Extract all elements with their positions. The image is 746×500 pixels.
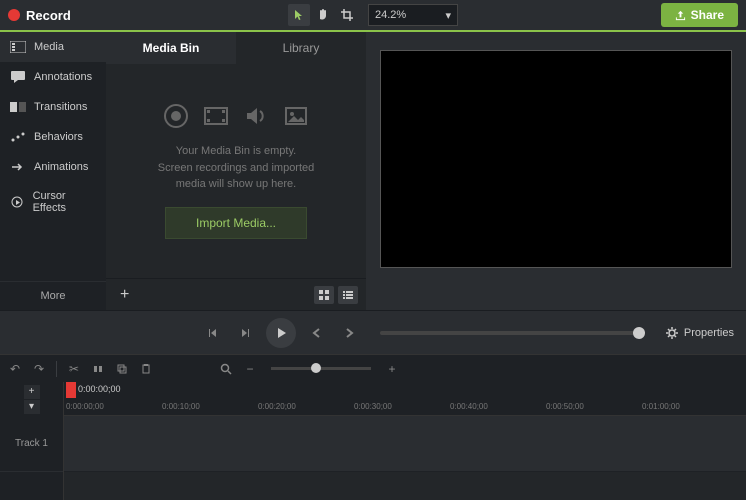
list-view-button[interactable] (338, 286, 358, 304)
playhead[interactable] (66, 382, 76, 398)
zoom-in-button[interactable]: + (383, 360, 401, 378)
gear-icon (665, 326, 679, 340)
next-frame-button[interactable] (234, 322, 256, 344)
play-button[interactable] (266, 318, 296, 348)
import-media-button[interactable]: Import Media... (165, 207, 307, 239)
behaviors-icon (10, 130, 26, 144)
timeline-ruler[interactable]: 0:00:00;00 0:00:00;00 0:00:10;00 0:00:20… (64, 382, 746, 416)
sidebar-item-cursor-effects[interactable]: Cursor Effects (0, 182, 106, 222)
timeline-track-1[interactable] (64, 416, 746, 472)
sidebar-item-media[interactable]: Media (0, 32, 106, 62)
track-header-1[interactable]: Track 1 (0, 416, 63, 472)
annotations-icon (10, 70, 26, 84)
split-button[interactable] (89, 360, 107, 378)
record-icon (8, 9, 20, 21)
cursor-effects-icon (10, 195, 25, 209)
record-button[interactable]: Record (8, 8, 71, 23)
hand-tool[interactable] (312, 4, 334, 26)
timeline: + ▾ Track 1 0:00:00;00 0:00:00;00 0:00:1… (0, 382, 746, 500)
empty-bin-message: Your Media Bin is empty. Screen recordin… (158, 143, 315, 193)
audio-media-icon (243, 103, 269, 129)
zoom-fit-button[interactable] (217, 360, 235, 378)
sidebar-item-label: Transitions (34, 101, 87, 113)
zoom-dropdown[interactable]: 24.2% ▾ (368, 4, 458, 26)
animations-icon (10, 160, 26, 174)
paste-button[interactable] (137, 360, 155, 378)
record-label: Record (26, 8, 71, 23)
sidebar-item-animations[interactable]: Animations (0, 152, 106, 182)
zoom-value: 24.2% (375, 9, 406, 21)
cut-button[interactable]: ✂ (65, 360, 83, 378)
ruler-tick: 0:00:20;00 (258, 402, 296, 411)
ruler-tick: 0:00:10;00 (162, 402, 200, 411)
copy-button[interactable] (113, 360, 131, 378)
tab-library[interactable]: Library (236, 32, 366, 64)
ruler-tick: 0:00:30;00 (354, 402, 392, 411)
redo-button[interactable]: ↷ (30, 360, 48, 378)
zoom-out-button[interactable]: − (241, 360, 259, 378)
sidebar-item-transitions[interactable]: Transitions (0, 92, 106, 122)
collapse-track-button[interactable]: ▾ (24, 400, 40, 414)
undo-button[interactable]: ↶ (6, 360, 24, 378)
share-label: Share (691, 8, 724, 22)
transitions-icon (10, 100, 26, 114)
sidebar: Media Annotations Transitions Behaviors … (0, 32, 106, 310)
media-icon (10, 40, 26, 54)
playback-bar: Properties (0, 310, 746, 354)
media-type-icons (163, 103, 309, 129)
media-bin-panel: Media Bin Library Your Media Bin is empt… (106, 32, 366, 310)
prev-marker-button[interactable] (306, 322, 328, 344)
sidebar-item-behaviors[interactable]: Behaviors (0, 122, 106, 152)
preview-area (366, 32, 746, 310)
crop-tool[interactable] (336, 4, 358, 26)
ruler-tick: 0:01:00;00 (642, 402, 680, 411)
ruler-tick: 0:00:50;00 (546, 402, 584, 411)
preview-canvas[interactable] (380, 50, 732, 268)
add-media-button[interactable]: + (114, 286, 135, 304)
record-media-icon (163, 103, 189, 129)
share-icon (675, 10, 686, 21)
sidebar-item-label: Media (34, 41, 64, 53)
cursor-tool[interactable] (288, 4, 310, 26)
sidebar-item-label: Animations (34, 161, 88, 173)
chevron-down-icon: ▾ (445, 9, 451, 22)
tab-media-bin[interactable]: Media Bin (106, 32, 236, 64)
zoom-slider-handle[interactable] (311, 363, 321, 373)
share-button[interactable]: Share (661, 3, 738, 27)
grid-view-button[interactable] (314, 286, 334, 304)
current-timecode: 0:00:00;00 (78, 384, 121, 394)
prev-frame-button[interactable] (202, 322, 224, 344)
image-media-icon (283, 103, 309, 129)
add-track-button[interactable]: + (24, 385, 40, 399)
more-label: More (40, 290, 65, 302)
sidebar-item-label: Behaviors (34, 131, 83, 143)
ruler-tick: 0:00:00;00 (66, 402, 104, 411)
next-marker-button[interactable] (338, 322, 360, 344)
properties-label: Properties (684, 327, 734, 339)
ruler-tick: 0:00:40;00 (450, 402, 488, 411)
sidebar-item-label: Annotations (34, 71, 92, 83)
sidebar-item-annotations[interactable]: Annotations (0, 62, 106, 92)
properties-button[interactable]: Properties (665, 326, 734, 340)
scrubber-handle[interactable] (633, 327, 645, 339)
playback-scrubber[interactable] (380, 331, 645, 335)
video-media-icon (203, 103, 229, 129)
timeline-zoom-slider[interactable] (271, 367, 371, 370)
timeline-toolbar: ↶ ↷ ✂ − + (0, 354, 746, 382)
sidebar-item-label: Cursor Effects (33, 190, 96, 214)
sidebar-more-button[interactable]: More (0, 281, 106, 310)
